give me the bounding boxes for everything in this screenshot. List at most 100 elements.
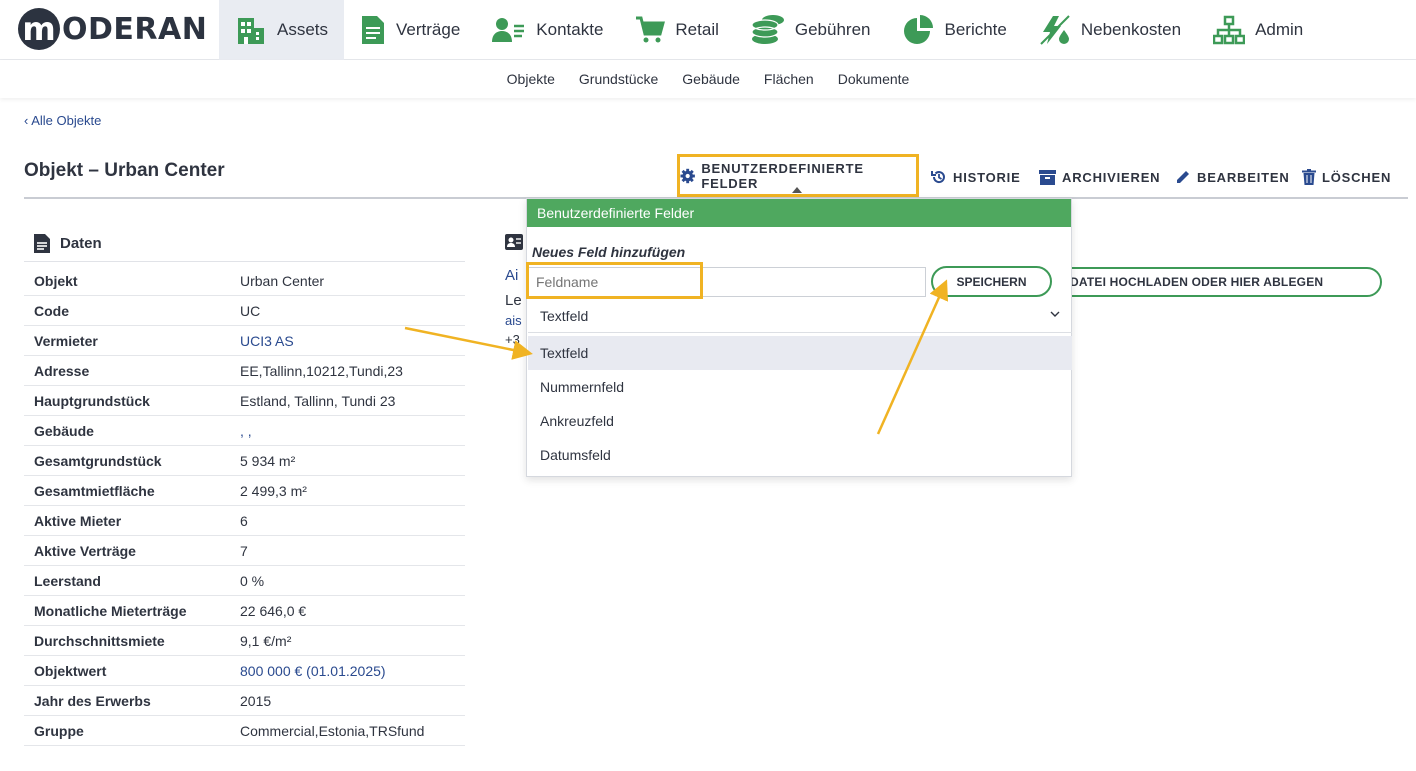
back-to-all-objects-link[interactable]: ‹ Alle Objekte — [24, 113, 101, 128]
logo-wordmark: ODERAN — [62, 11, 208, 47]
custom-fields-popover: Benutzerdefinierte Felder Neues Feld hin… — [526, 198, 1072, 477]
row-value: 2015 — [240, 692, 272, 709]
nav-item-gebuehren[interactable]: Gebühren — [735, 0, 887, 60]
pencil-icon — [1177, 171, 1189, 183]
table-row: Leerstand 0 % — [24, 566, 465, 596]
subnav-flaechen[interactable]: Flächen — [752, 71, 826, 87]
archive-icon — [1039, 170, 1056, 185]
nav-item-kontakte[interactable]: Kontakte — [476, 0, 619, 60]
history-button[interactable]: HISTORIE — [931, 160, 1021, 194]
table-row: Aktive Mieter 6 — [24, 506, 465, 536]
nav-item-assets[interactable]: Assets — [219, 0, 345, 60]
nav-label: Retail — [675, 20, 719, 39]
row-label: Aktive Mieter — [34, 512, 122, 529]
row-value: Commercial,Estonia,TRSfund — [240, 722, 425, 739]
row-label: Aktive Verträge — [34, 542, 136, 559]
row-value: 5 934 m² — [240, 452, 296, 469]
nav-label: Verträge — [396, 20, 461, 39]
nav-item-vertraege[interactable]: Verträge — [344, 0, 476, 60]
popover-subtitle: Neues Feld hinzufügen — [532, 244, 686, 260]
org-chart-icon — [1213, 15, 1246, 45]
object-data-table: Objekt Urban Center Code UC Vermieter UCI3 … — [24, 266, 465, 746]
subnav-gebaeude[interactable]: Gebäude — [670, 71, 752, 87]
cart-icon — [636, 16, 666, 43]
option-nummernfeld[interactable]: Nummernfeld — [528, 370, 1072, 404]
upload-label: DATEI HOCHLADEN ODER HIER ABLEGEN — [1070, 275, 1324, 289]
row-label: Durchschnittsmiete — [34, 632, 165, 649]
moderan-logo[interactable]: m ODERAN — [18, 8, 207, 50]
delete-button[interactable]: LÖSCHEN — [1302, 160, 1391, 194]
top-navigation-bar: m ODERAN Assets Verträge Kontakte Retail… — [0, 0, 1416, 60]
nav-item-nebenkosten[interactable]: Nebenkosten — [1023, 0, 1197, 60]
row-value: EE,Tallinn,10212,Tundi,23 — [240, 362, 403, 379]
history-label: HISTORIE — [953, 169, 1021, 185]
row-label: Hauptgrundstück — [34, 392, 150, 409]
contact-name-partial[interactable]: Ai — [505, 267, 518, 284]
row-label: Gruppe — [34, 722, 84, 739]
delete-label: LÖSCHEN — [1322, 169, 1392, 185]
row-value: Estland, Tallinn, Tundi 23 — [240, 392, 396, 409]
row-label: Objekt — [34, 272, 78, 289]
data-section-heading: Daten — [34, 234, 102, 253]
table-row: Adresse EE,Tallinn,10212,Tundi,23 — [24, 356, 465, 386]
field-type-options: Textfeld Nummernfeld Ankreuzfeld Datumsf… — [528, 336, 1072, 472]
selected-type-label: Textfeld — [540, 308, 589, 324]
building-link[interactable]: , , — [240, 423, 252, 439]
table-row: Durchschnittsmiete 9,1 €/m² — [24, 626, 465, 656]
contact-phone-partial: +3 — [505, 332, 520, 347]
row-value: 2 499,3 m² — [240, 482, 307, 499]
contacts-icon — [492, 18, 525, 42]
coins-icon — [751, 15, 784, 44]
table-row: Vermieter UCI3 AS — [24, 326, 465, 356]
row-label: Adresse — [34, 362, 90, 379]
row-value: 7 — [240, 542, 248, 559]
nav-label: Gebühren — [794, 20, 871, 39]
history-icon — [931, 171, 945, 184]
upload-file-button[interactable]: DATEI HOCHLADEN ODER HIER ABLEGEN — [1050, 267, 1382, 297]
document-icon — [362, 16, 385, 44]
field-type-select[interactable]: Textfeld — [528, 300, 1072, 333]
building-icon — [238, 18, 264, 44]
landlord-link[interactable]: UCI3 AS — [240, 333, 294, 349]
contact-role-partial: Le — [505, 292, 522, 309]
gear-icon — [680, 168, 695, 183]
row-value: 22 646,0 € — [240, 602, 307, 619]
data-section-title: Daten — [60, 235, 102, 252]
logo-mark: m — [18, 8, 60, 50]
nav-label: Assets — [277, 20, 329, 39]
option-ankreuzfeld[interactable]: Ankreuzfeld — [528, 404, 1072, 438]
archive-button[interactable]: ARCHIVIEREN — [1039, 160, 1160, 194]
main-nav: Assets Verträge Kontakte Retail Gebühren… — [219, 0, 1319, 60]
table-row: Jahr des Erwerbs 2015 — [24, 686, 465, 716]
subnav-grundstuecke[interactable]: Grundstücke — [567, 71, 670, 87]
object-value-link[interactable]: 800 000 € (01.01.2025) — [240, 663, 386, 679]
nav-label: Admin — [1255, 20, 1304, 39]
row-label: Gesamtmietfläche — [34, 482, 155, 499]
row-label: Monatliche Mieterträge — [34, 602, 187, 619]
nav-item-berichte[interactable]: Berichte — [887, 0, 1023, 60]
option-datumsfeld[interactable]: Datumsfeld — [528, 438, 1072, 472]
option-textfeld[interactable]: Textfeld — [528, 336, 1072, 370]
row-label: Leerstand — [34, 572, 101, 589]
page-title: Objekt – Urban Center — [24, 160, 225, 181]
nav-item-retail[interactable]: Retail — [619, 0, 734, 60]
row-label: Vermieter — [34, 332, 98, 349]
contact-email-partial[interactable]: ais — [505, 313, 522, 328]
subnav-dokumente[interactable]: Dokumente — [826, 71, 922, 87]
row-label: Gebäude — [34, 422, 94, 439]
row-label: Jahr des Erwerbs — [34, 692, 151, 709]
nav-item-admin[interactable]: Admin — [1197, 0, 1319, 60]
archive-label: ARCHIVIEREN — [1062, 169, 1161, 185]
nav-label: Nebenkosten — [1080, 20, 1182, 39]
save-button[interactable]: SPEICHERN — [931, 266, 1052, 297]
table-row: Gesamtgrundstück 5 934 m² — [24, 446, 465, 476]
table-row: Code UC — [24, 296, 465, 326]
pie-chart-icon — [903, 15, 933, 44]
row-value: Urban Center — [240, 272, 325, 289]
trash-icon — [1302, 169, 1316, 185]
row-label: Code — [34, 302, 69, 319]
popover-header: Benutzerdefinierte Felder — [527, 199, 1071, 227]
subnav-objekte[interactable]: Objekte — [495, 71, 567, 87]
chevron-down-icon — [1050, 311, 1060, 317]
edit-button[interactable]: BEARBEITEN — [1175, 160, 1290, 194]
